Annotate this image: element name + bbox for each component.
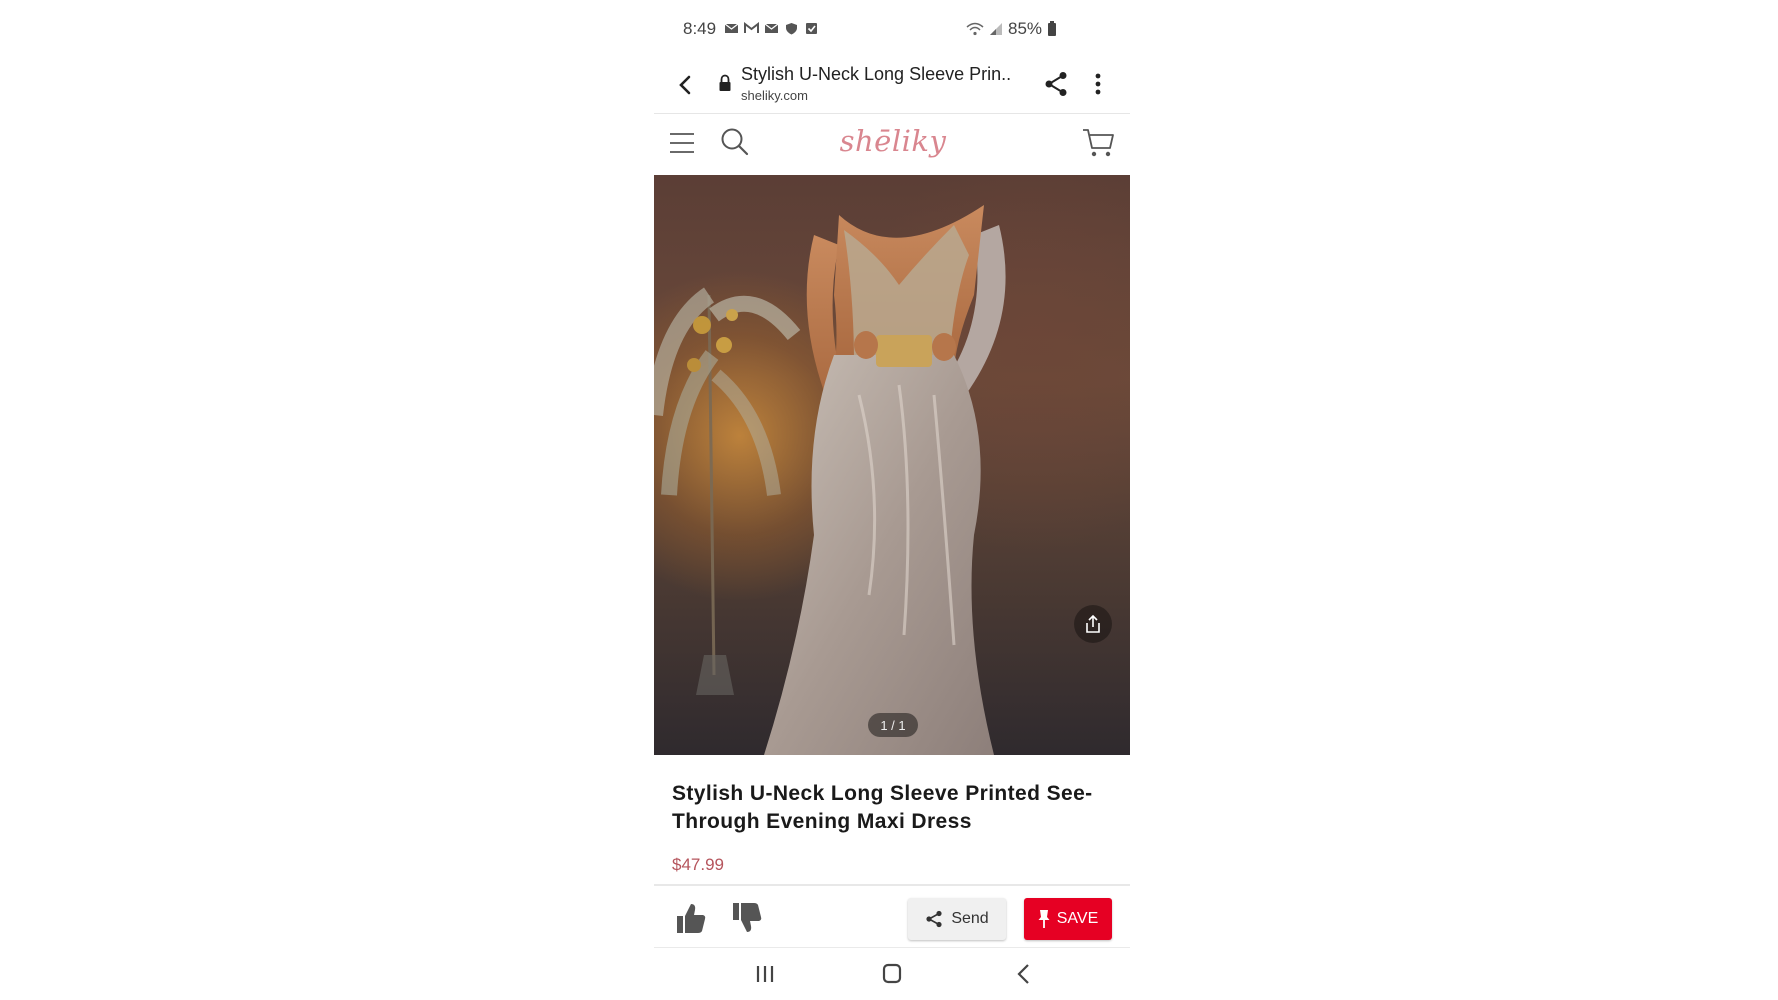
send-label: Send [951,910,989,927]
page-domain[interactable]: sheliky.com [741,88,808,103]
phone-screen: 8:49 85% Stylish U-Neck Long Sleeve Prin… [654,0,1130,1000]
wifi-icon [966,22,984,36]
home-icon[interactable] [879,962,905,986]
share-icon [1045,72,1067,96]
nav-back-icon[interactable] [1012,962,1038,986]
thumbs-up-icon[interactable] [674,900,708,936]
battery-percent: 85% [1008,19,1043,38]
mail-icon [764,23,779,33]
share-button[interactable] [1038,66,1074,102]
recents-icon[interactable] [750,962,780,986]
upload-share-icon [1086,614,1100,633]
dress-photo [654,205,1006,755]
site-logo[interactable]: shēliky [808,124,978,158]
notification-icons [724,22,819,35]
hamburger-menu-icon[interactable] [668,129,696,157]
product-title: Stylish U-Neck Long Sleeve Printed See-T… [672,782,1093,833]
product-price: $47.99 [672,855,724,874]
lock-icon [719,74,731,91]
browser-toolbar: Stylish U-Neck Long Sleeve Prin... sheli… [654,58,1130,114]
status-right: 85% [966,19,1057,39]
save-label: SAVE [1056,910,1099,927]
check-icon [806,23,817,34]
status-bar: 8:49 85% [654,0,1130,58]
mail-icon [724,23,739,33]
image-counter: 1 / 1 [868,713,918,737]
product-image[interactable]: 1 / 1 [654,175,1130,755]
pin-icon [1038,910,1050,928]
send-button[interactable]: Send [908,898,1006,940]
more-vert-icon [1095,73,1101,95]
search-icon[interactable] [720,127,750,157]
cart-icon[interactable] [1082,127,1116,159]
signal-icon [990,23,1002,35]
battery-icon [1048,20,1057,36]
more-options-button[interactable] [1084,66,1112,102]
share-icon [926,910,942,928]
gmail-icon [744,22,759,33]
site-header: shēliky [654,115,1130,175]
feather-decor [654,287,801,695]
save-button[interactable]: SAVE [1024,898,1112,940]
system-nav-bar [654,950,1130,1000]
back-button[interactable] [668,68,702,102]
chevron-left-icon [679,75,691,95]
page-title[interactable]: Stylish U-Neck Long Sleeve Prin... [741,64,1011,85]
action-bar: Send SAVE [654,884,1130,948]
shield-icon [786,23,797,35]
image-share-button[interactable] [1074,605,1112,643]
thumbs-down-icon[interactable] [730,900,764,936]
status-time: 8:49 [683,19,717,38]
